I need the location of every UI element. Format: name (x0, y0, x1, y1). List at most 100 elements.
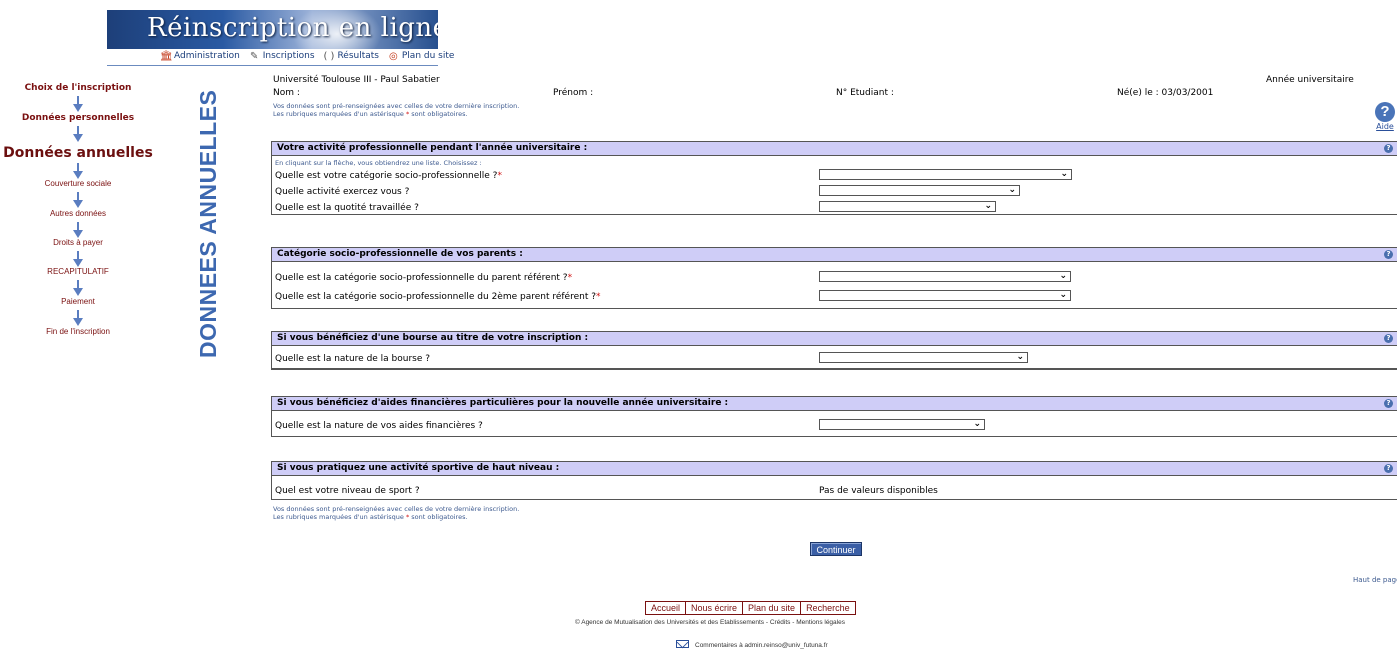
question-text: Quelle est votre catégorie socio-profess… (275, 171, 498, 181)
chevron-down-icon: ⌄ (1060, 169, 1068, 179)
step-recapitulatif: RECAPITULATIF (47, 267, 109, 276)
categorie-socio-pro-select[interactable]: ⌄ (819, 169, 1072, 180)
arrow-down-icon (73, 222, 83, 238)
form-row: Quelle activité exercez vous ? ⌄ (272, 184, 1397, 200)
form-row: Quelle est la nature de vos aides financ… (272, 418, 1397, 434)
sport-value: Pas de valeurs disponibles (819, 486, 938, 496)
arrow-down-icon (73, 251, 83, 267)
step-couverture-sociale: Couverture sociale (44, 179, 112, 188)
nature-bourse-select[interactable]: ⌄ (819, 352, 1028, 363)
chevron-down-icon: ⌄ (1016, 352, 1024, 362)
section-parents: Catégorie socio-professionnelle de vos p… (271, 247, 1397, 309)
footer-link-nous-ecrire[interactable]: Nous écrire (686, 602, 744, 614)
brackets-icon: ( ) (323, 51, 335, 62)
chevron-down-icon: ⌄ (984, 201, 992, 211)
quotite-select[interactable]: ⌄ (819, 201, 996, 212)
spacer (271, 368, 1397, 370)
arrow-down-icon (73, 96, 83, 112)
aides-financieres-select[interactable]: ⌄ (819, 419, 985, 430)
section-aides-financieres: Si vous bénéficiez d'aides financières p… (271, 396, 1397, 437)
section-title: Si vous pratiquez une activité sportive … (277, 463, 560, 473)
mail-icon[interactable] (676, 640, 689, 648)
footer-link-accueil[interactable]: Accueil (646, 602, 687, 614)
prefill-note-line1: Vos données sont pré-renseignées avec ce… (273, 102, 520, 110)
section-title: Votre activité professionnelle pendant l… (277, 143, 588, 153)
help-icon[interactable]: ? (1384, 250, 1393, 259)
chevron-down-icon: ⌄ (1008, 185, 1016, 195)
copyright: © Agence de Mutualisation des Université… (575, 619, 845, 626)
question-label: Quelle est la nature de la bourse ? (275, 354, 431, 364)
prefill-note-line2: Les rubriques marquées d'un astérisque (273, 513, 404, 521)
required-star: * (596, 292, 601, 302)
arrow-down-icon (73, 126, 83, 142)
section-activite-professionnelle: Votre activité professionnelle pendant l… (271, 141, 1397, 215)
question-label: Quelle est votre catégorie socio-profess… (275, 171, 502, 181)
required-star: * (497, 171, 502, 181)
question-label: Quelle activité exercez vous ? (275, 187, 410, 197)
prefill-note-line2-end: sont obligatoires. (411, 513, 468, 521)
step-droits-a-payer: Droits à payer (53, 238, 103, 247)
nav-inscriptions-label: Inscriptions (262, 51, 315, 61)
help-icon[interactable]: ? (1384, 464, 1393, 473)
chevron-down-icon: ⌄ (1059, 290, 1067, 300)
help-icon[interactable]: ? (1375, 102, 1395, 122)
help-icon[interactable]: ? (1384, 144, 1393, 153)
form-row: Quelle est la catégorie socio-profession… (272, 289, 1397, 305)
section-header: Si vous bénéficiez d'aides financières p… (272, 397, 1397, 411)
form-row: Quelle est la nature de la bourse ? ⌄ (272, 351, 1397, 367)
form-row: Quelle est votre catégorie socio-profess… (272, 168, 1397, 184)
nav-plan-du-site-label: Plan du site (401, 51, 455, 61)
label-etudiant: N° Etudiant : (836, 88, 894, 98)
required-star: * (567, 273, 573, 283)
help-link[interactable]: Aide (1374, 122, 1396, 131)
help-block[interactable]: ? Aide (1374, 102, 1396, 131)
help-icon[interactable]: ? (1384, 334, 1393, 343)
continue-button[interactable]: Continuer (810, 542, 862, 556)
section-header: Si vous pratiquez une activité sportive … (272, 462, 1397, 476)
step-fin-inscription: Fin de l'inscription (46, 327, 110, 336)
help-icon[interactable]: ? (1384, 399, 1393, 408)
nav-administration-label: Administration (174, 51, 240, 61)
prefill-note-line2: Les rubriques marquées d'un astérisque (273, 110, 404, 118)
footer-link-recherche[interactable]: Recherche (801, 602, 855, 614)
vertical-page-title: DONNEES ANNUELLES (195, 89, 221, 358)
chevron-down-icon: ⌄ (973, 419, 981, 429)
nav-plan-du-site[interactable]: ◎ Plan du site (388, 51, 455, 62)
step-choix-inscription[interactable]: Choix de l'inscription (0, 83, 156, 93)
section-title: Si vous bénéficiez d'aides financières p… (277, 398, 729, 408)
back-to-top-link[interactable]: Haut de page (1353, 576, 1397, 584)
second-parent-select[interactable]: ⌄ (819, 290, 1071, 301)
question-label: Quelle est la quotité travaillée ? (275, 203, 419, 213)
step-paiement: Paiement (61, 297, 95, 306)
step-donnees-annuelles: Données annuelles (3, 145, 153, 161)
top-navigation: 🏛Administration ✎ Inscriptions ( ) Résulta… (160, 51, 460, 64)
nav-resultats[interactable]: ( ) Résultats (323, 51, 379, 62)
nav-administration[interactable]: 🏛Administration (160, 51, 240, 62)
form-row: Quel est votre niveau de sport ? Pas de … (272, 483, 1397, 499)
prefill-note-line1: Vos données sont pré-renseignées avec ce… (273, 505, 520, 513)
question-text: Quelle est la catégorie socio-profession… (275, 292, 597, 302)
prefill-note-line2-end: sont obligatoires. (411, 110, 468, 118)
label-prenom: Prénom : (553, 88, 594, 98)
activite-select[interactable]: ⌄ (819, 185, 1020, 196)
pen-icon: ✎ (250, 51, 259, 62)
question-label: Quel est votre niveau de sport ? (275, 486, 420, 496)
arrow-down-icon (73, 163, 83, 179)
form-row: Quelle est la catégorie socio-profession… (272, 270, 1397, 289)
nav-inscriptions[interactable]: ✎ Inscriptions (249, 51, 315, 62)
section-hint: En cliquant sur la flèche, vous obtiendr… (275, 159, 482, 167)
question-label: Quelle est la nature de vos aides financ… (275, 421, 483, 431)
required-star: * (405, 513, 410, 521)
step-donnees-personnelles[interactable]: Données personnelles (0, 113, 156, 123)
nav-resultats-label: Résultats (337, 51, 379, 61)
annee-universitaire: Année universitaire (1266, 75, 1354, 85)
section-bourse: Si vous bénéficiez d'une bourse au titre… (271, 331, 1397, 370)
footer-link-plan-du-site[interactable]: Plan du site (743, 602, 802, 614)
university-name: Université Toulouse III - Paul Sabatier (273, 75, 440, 85)
question-label: Quelle est la catégorie socio-profession… (275, 273, 572, 283)
section-header: Votre activité professionnelle pendant l… (272, 142, 1397, 156)
section-header: Si vous bénéficiez d'une bourse au titre… (272, 332, 1397, 346)
chevron-down-icon: ⌄ (1059, 271, 1067, 281)
parent-referent-select[interactable]: ⌄ (819, 271, 1071, 282)
label-naissance: Né(e) le : 03/03/2001 (1117, 88, 1214, 98)
